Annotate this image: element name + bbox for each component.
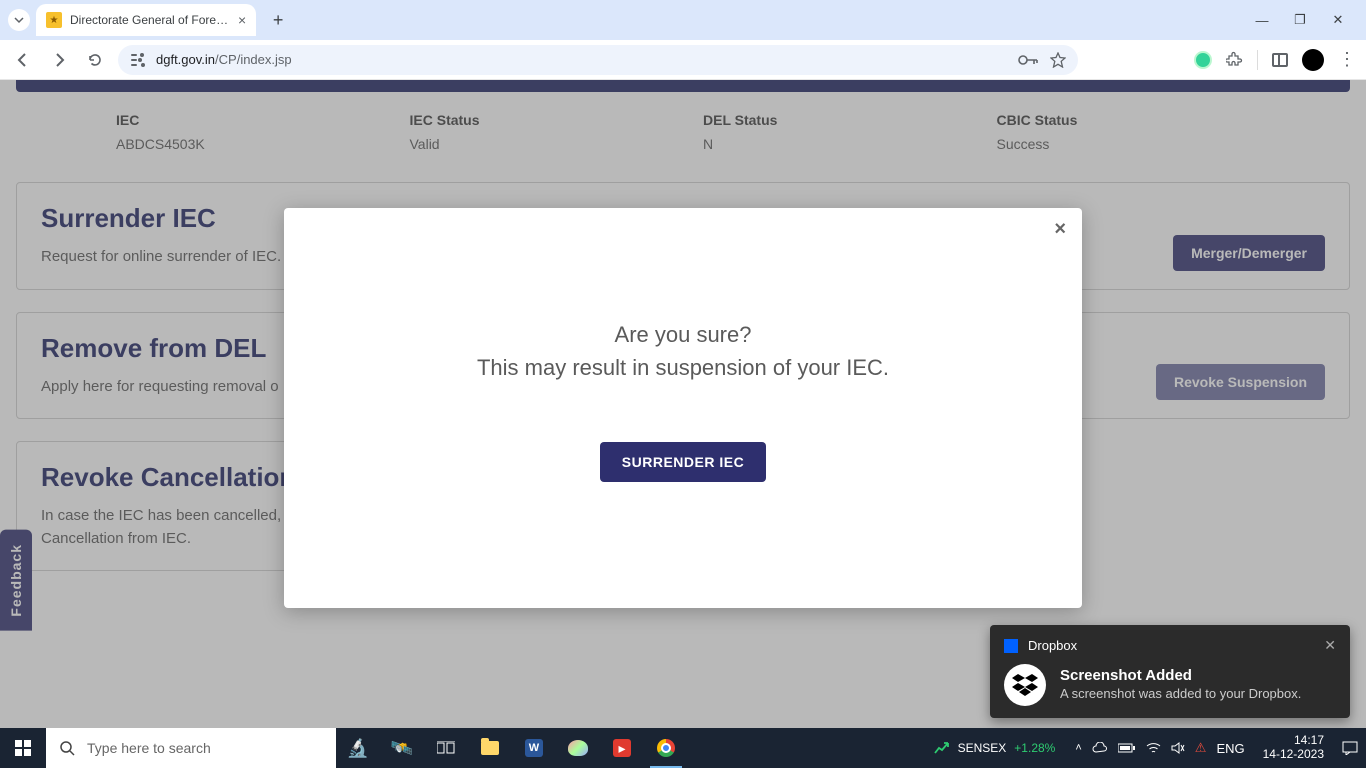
taskbar-search[interactable]: Type here to search bbox=[46, 728, 336, 768]
dropbox-toast[interactable]: Dropbox ✕ Screenshot Added A screenshot … bbox=[990, 625, 1350, 718]
taskbar-clock[interactable]: 14:17 14-12-2023 bbox=[1253, 734, 1334, 762]
tab-close-icon[interactable]: × bbox=[238, 12, 246, 28]
tray-overflow-icon[interactable]: ˄ bbox=[1075, 742, 1081, 754]
tray-battery-icon[interactable] bbox=[1118, 743, 1136, 753]
browser-tab-strip: ★ Directorate General of Foreign × + ― ❐… bbox=[0, 0, 1366, 40]
tray-volume-icon[interactable] bbox=[1171, 742, 1185, 754]
clock-time: 14:17 bbox=[1294, 734, 1324, 748]
window-close-button[interactable]: ✕ bbox=[1328, 12, 1348, 28]
windows-taskbar: Type here to search 🔬 🛰️ W ▸ SENSEX +1.2… bbox=[0, 728, 1366, 768]
system-tray[interactable]: ˄ ⚠ ENG bbox=[1067, 740, 1252, 756]
search-icon bbox=[60, 741, 75, 756]
new-tab-button[interactable]: + bbox=[264, 6, 292, 34]
window-minimize-button[interactable]: ― bbox=[1252, 13, 1272, 28]
favicon-icon: ★ bbox=[46, 12, 62, 28]
address-bar[interactable]: dgft.gov.in/CP/index.jsp bbox=[118, 45, 1078, 75]
dropbox-icon bbox=[1004, 639, 1018, 653]
bookmark-star-icon[interactable] bbox=[1050, 52, 1066, 68]
tray-security-icon[interactable]: ⚠ bbox=[1195, 740, 1207, 756]
back-button[interactable] bbox=[10, 47, 36, 73]
browser-tab-active[interactable]: ★ Directorate General of Foreign × bbox=[36, 4, 256, 36]
profile-avatar[interactable] bbox=[1302, 49, 1324, 71]
extensions-button[interactable] bbox=[1226, 51, 1243, 68]
sensex-label: SENSEX bbox=[958, 741, 1007, 755]
action-center-button[interactable] bbox=[1334, 741, 1366, 755]
sensex-change: +1.28% bbox=[1014, 741, 1055, 755]
window-maximize-button[interactable]: ❐ bbox=[1290, 12, 1310, 28]
task-view-button[interactable] bbox=[424, 728, 468, 768]
page-viewport: IEC ABDCS4503K IEC Status Valid DEL Stat… bbox=[0, 80, 1366, 728]
reload-button[interactable] bbox=[82, 47, 108, 73]
dropbox-logo-icon bbox=[1004, 664, 1046, 706]
password-key-icon[interactable] bbox=[1018, 54, 1038, 66]
toast-close-button[interactable]: ✕ bbox=[1324, 637, 1336, 654]
surrender-iec-confirm-button[interactable]: SURRENDER IEC bbox=[600, 442, 766, 482]
modal-line1: Are you sure? bbox=[615, 318, 752, 351]
url-text: dgft.gov.in/CP/index.jsp bbox=[156, 52, 292, 67]
tab-search-button[interactable] bbox=[8, 9, 30, 31]
toast-app-name: Dropbox bbox=[1028, 638, 1077, 653]
confirm-surrender-modal: × Are you sure? This may result in suspe… bbox=[284, 208, 1082, 608]
paint-button[interactable] bbox=[556, 728, 600, 768]
toast-title: Screenshot Added bbox=[1060, 667, 1301, 684]
chrome-taskbar-button[interactable] bbox=[644, 728, 688, 768]
tray-language[interactable]: ENG bbox=[1216, 741, 1244, 756]
file-explorer-button[interactable] bbox=[468, 728, 512, 768]
tray-cloud-icon[interactable] bbox=[1092, 742, 1108, 754]
search-placeholder: Type here to search bbox=[87, 740, 211, 756]
toolbar-divider bbox=[1257, 50, 1258, 70]
modal-close-button[interactable]: × bbox=[1054, 218, 1066, 241]
extension-green-icon[interactable] bbox=[1194, 51, 1212, 69]
sensex-widget[interactable]: SENSEX +1.28% bbox=[922, 741, 1068, 755]
tab-title: Directorate General of Foreign bbox=[70, 13, 230, 27]
side-panel-button[interactable] bbox=[1272, 53, 1288, 67]
toast-desc: A screenshot was added to your Dropbox. bbox=[1060, 686, 1301, 703]
word-button[interactable]: W bbox=[512, 728, 556, 768]
anydesk-button[interactable]: ▸ bbox=[600, 728, 644, 768]
stock-chart-icon bbox=[934, 741, 950, 755]
modal-line2: This may result in suspension of your IE… bbox=[477, 351, 889, 384]
site-settings-icon[interactable] bbox=[130, 53, 146, 67]
clock-date: 14-12-2023 bbox=[1263, 748, 1324, 762]
tray-wifi-icon[interactable] bbox=[1146, 742, 1161, 754]
forward-button[interactable] bbox=[46, 47, 72, 73]
chrome-menu-button[interactable]: ⋮ bbox=[1338, 49, 1356, 70]
taskbar-app-2[interactable]: 🛰️ bbox=[380, 728, 424, 768]
taskbar-app-1[interactable]: 🔬 bbox=[336, 728, 380, 768]
browser-toolbar: dgft.gov.in/CP/index.jsp ⋮ bbox=[0, 40, 1366, 80]
start-button[interactable] bbox=[0, 728, 46, 768]
